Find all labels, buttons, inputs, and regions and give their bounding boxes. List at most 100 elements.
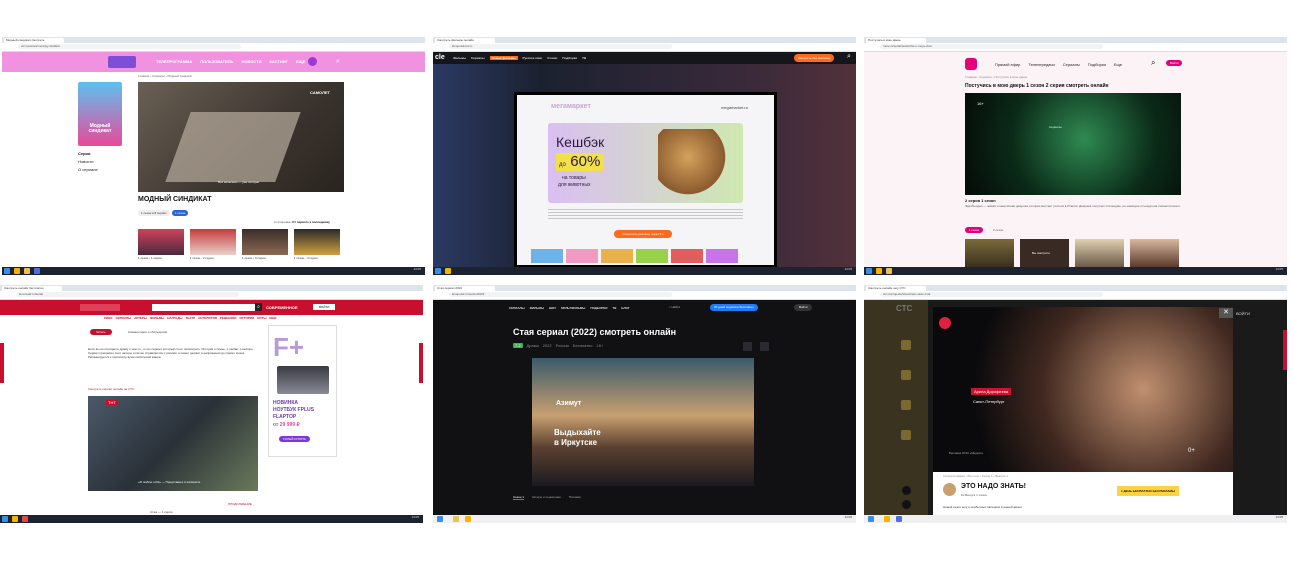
episode-card[interactable]: 1 сезон - 3 серия <box>242 229 288 260</box>
promo-button[interactable]: 30 дней подписки бесплатно <box>710 304 758 311</box>
movie-thumb[interactable] <box>636 249 668 263</box>
tab-cast[interactable]: Актеры и съемочная <box>532 495 561 500</box>
search-icon[interactable]: ⌕ <box>336 58 340 65</box>
nav-item[interactable]: ТЕЛЕПРОГРАММА <box>156 59 192 64</box>
more-logo[interactable] <box>965 58 977 70</box>
nav-item[interactable]: ФИЛЬМЫ <box>530 306 544 310</box>
ctc-logo[interactable] <box>108 56 136 68</box>
menu-icon[interactable] <box>901 340 911 350</box>
menu-icon[interactable] <box>901 400 911 410</box>
login-button[interactable]: Войти <box>1166 60 1183 66</box>
browser-icon[interactable] <box>465 516 471 522</box>
video-player[interactable]: Арина Дорофеева Санкт-Петербург 0+ Рекла… <box>933 307 1233 472</box>
start-icon[interactable] <box>437 516 443 522</box>
movie-thumb[interactable] <box>706 249 738 263</box>
nav-item[interactable]: АНТОЛОГИЯ <box>198 316 217 320</box>
share-icon[interactable] <box>760 342 769 351</box>
sidebar-item-series[interactable]: Серии <box>78 150 98 158</box>
free-trial-button[interactable]: 1 ДЕНЬ БЕСПЛАТНО БЕЗ РЕКЛАМЫ <box>1117 486 1179 496</box>
browser-icon[interactable] <box>445 268 451 274</box>
start-icon[interactable] <box>435 268 441 274</box>
url-field[interactable]: kino-teatr.ru/serial <box>16 292 239 297</box>
episode-thumb[interactable] <box>1130 239 1179 267</box>
search-icon[interactable]: ⌕ <box>847 53 851 61</box>
nav-item[interactable]: СЕРИАЛЫ <box>509 306 525 310</box>
folder-icon[interactable] <box>24 268 30 274</box>
social-icon[interactable] <box>902 486 911 495</box>
series-poster[interactable]: Модный синдикат <box>78 82 122 146</box>
nav-item[interactable]: КАСТИНГ <box>269 59 288 64</box>
nav-item[interactable]: Прямой эфир <box>995 62 1020 67</box>
nav-item[interactable]: Сериалы <box>1063 62 1080 67</box>
tab-season[interactable]: Сезон 1 <box>513 495 524 500</box>
search-button[interactable]: СОВРЕМЕННОЕ <box>266 305 298 310</box>
start-icon[interactable] <box>4 268 10 274</box>
nav-item[interactable]: ЕЩЕ <box>296 59 305 64</box>
nav-item[interactable]: НОТЫ <box>257 316 266 320</box>
login-button[interactable]: Войти <box>794 304 813 311</box>
menu-icon[interactable] <box>901 370 911 380</box>
nav-item[interactable]: НАГРАДЫ <box>167 316 182 320</box>
app-icon[interactable] <box>34 268 40 274</box>
episode-thumb[interactable] <box>965 239 1014 267</box>
episode-card[interactable]: 1 сезон - 1 серия <box>138 229 184 260</box>
nav-item[interactable]: Сериалы <box>471 56 485 60</box>
nav-item[interactable]: СЕРИАЛЫ <box>116 316 132 320</box>
browser-icon[interactable] <box>12 516 18 522</box>
nav-item[interactable]: ПОДБОРКИ <box>590 306 607 310</box>
search-field[interactable]: ⌕ Найти <box>669 304 705 311</box>
tab-read[interactable]: Читать <box>90 329 112 335</box>
close-button[interactable]: ✕ <box>1219 308 1233 318</box>
nav-item-active[interactable]: Новые фильмы <box>489 56 518 60</box>
browser-icon[interactable] <box>14 268 20 274</box>
movie-thumb[interactable] <box>601 249 633 263</box>
nav-item[interactable]: Фильмы <box>453 56 466 60</box>
sidebar-item-about[interactable]: О сериале <box>78 166 98 174</box>
browser-icon[interactable] <box>884 516 890 522</box>
site-logo[interactable] <box>80 304 120 311</box>
nav-item[interactable]: ФИЛЬМЫ <box>150 316 164 320</box>
video-player[interactable]: САМОЛЕТ Все включено — уже сегодня <box>138 82 344 192</box>
more-link[interactable]: ПРОДОЛЖЕНИЕ <box>228 502 252 506</box>
url-field[interactable]: kinopoisk-hd.ru <box>449 44 672 49</box>
episode-thumb[interactable] <box>1075 239 1124 267</box>
start-icon[interactable] <box>868 516 874 522</box>
sidebar-item-news[interactable]: Новости <box>78 158 98 166</box>
nav-item[interactable]: Телепередачи <box>1028 62 1054 67</box>
season-tag-active[interactable]: 1 сезон <box>172 210 189 216</box>
ad-buy-button[interactable]: УСПЕЙ КУПИТЬ <box>279 436 311 442</box>
nav-item[interactable]: ТЕАТР <box>185 316 195 320</box>
nav-item[interactable]: Подборки <box>1088 62 1106 67</box>
movie-thumb[interactable] <box>531 249 563 263</box>
url-field[interactable]: ctc.ru/projects/shows/eto-nado-znat <box>880 292 1103 297</box>
url-field[interactable]: more.tv/serial/postuchis-v-moyu-dver <box>880 44 1103 49</box>
nav-item[interactable]: ПОЛЬЗОВАТЕЛЬ <box>200 59 233 64</box>
episode-card[interactable]: 1 сезон - 4 серия <box>294 229 340 260</box>
nav-item[interactable]: НОВОСТИ <box>241 59 261 64</box>
sort-control[interactable]: Сортировка: От первого к последнему <box>274 220 330 224</box>
menu-icon[interactable] <box>901 430 911 440</box>
search-input[interactable] <box>152 304 256 311</box>
season-tab[interactable]: 2 сезон <box>989 227 1007 233</box>
url-field[interactable]: ctc.ru/series/modnyy-sindikat <box>18 44 241 49</box>
video-player[interactable]: Сериалы 16+ <box>965 93 1181 195</box>
app-icon[interactable] <box>22 516 28 522</box>
nav-item[interactable]: ТВ <box>612 306 616 310</box>
movie-thumb[interactable] <box>671 249 703 263</box>
nav-item[interactable]: Подборки <box>562 56 577 60</box>
no-ads-button[interactable]: Смотреть без рекламы <box>794 54 835 62</box>
nav-item[interactable]: РЕЦЕНЗИИ <box>220 316 237 320</box>
url-field[interactable]: kinopoisk.ru/series/2022 <box>449 292 672 297</box>
article-link[interactable]: Смотреть сериал онлайн на СТС <box>88 387 134 391</box>
nav-item[interactable]: Еще <box>1114 62 1122 67</box>
tab-similar[interactable]: Похожие <box>569 495 581 500</box>
nav-item[interactable]: ШОУ <box>549 306 556 310</box>
nav-item[interactable]: ТВ <box>582 56 586 60</box>
tab-comments[interactable]: Комментарии и обсуждения <box>128 330 167 334</box>
video-player[interactable]: Азимут Выдыхайте в Иркутске <box>532 358 754 486</box>
start-icon[interactable] <box>2 516 8 522</box>
brand-logo[interactable]: СТС <box>896 304 912 313</box>
episode-card[interactable]: 1 сезон - 2 серия <box>190 229 236 260</box>
season-tag[interactable]: 1 сезон в 8 сериях <box>138 210 170 216</box>
nav-item[interactable]: О кино <box>547 56 557 60</box>
